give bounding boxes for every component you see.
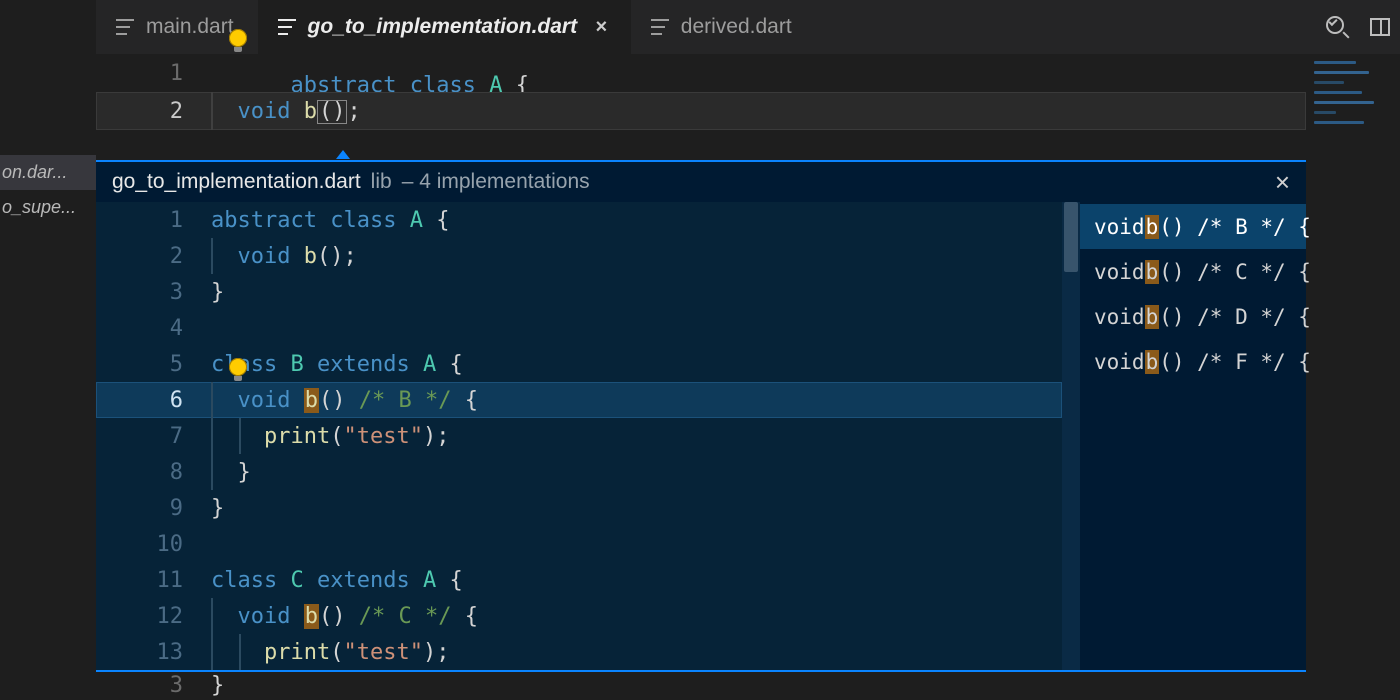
sidebar-fragment: on.dar... o_supe...	[0, 155, 96, 225]
close-icon[interactable]: ×	[595, 16, 607, 39]
peek-count: – 4 implementations	[402, 170, 590, 194]
line-number: 3	[96, 673, 211, 698]
open-editors-icon[interactable]	[1326, 16, 1348, 38]
split-editor-icon[interactable]	[1370, 18, 1390, 36]
file-icon	[651, 19, 669, 35]
peek-result-item[interactable]: void b() /* D */ {	[1080, 294, 1306, 339]
peek-highlighted-line[interactable]: 6 void b() /* B */ {	[96, 382, 1062, 418]
minimap[interactable]	[1306, 54, 1400, 700]
peek-result-item[interactable]: void b() /* C */ {	[1080, 249, 1306, 294]
lightbulb-icon[interactable]	[229, 358, 247, 376]
peek-pointer-icon	[336, 150, 350, 159]
scrollbar[interactable]	[1062, 202, 1080, 670]
tab-actions	[1326, 0, 1400, 54]
peek-header: go_to_implementation.dart lib – 4 implem…	[96, 162, 1306, 202]
peek-result-item[interactable]: void b() /* F */ {	[1080, 339, 1306, 384]
line-number: 1	[96, 61, 211, 86]
line-number: 2	[96, 99, 211, 124]
editor-lower[interactable]: 3}	[96, 672, 1306, 700]
lightbulb-icon[interactable]	[229, 29, 247, 47]
tab-derived-dart[interactable]: derived.dart	[631, 0, 816, 54]
peek-folder: lib	[371, 170, 392, 194]
peek-implementations-panel: go_to_implementation.dart lib – 4 implem…	[96, 160, 1306, 672]
peek-result-item[interactable]: void b() /* B */ {	[1080, 204, 1306, 249]
peek-filename: go_to_implementation.dart	[112, 170, 361, 194]
close-icon[interactable]: ×	[1275, 167, 1290, 198]
code-line[interactable]: 1 abstract class A {	[96, 54, 1306, 92]
peek-editor[interactable]: 1abstract class A { 2 void b(); 3} 4 5cl…	[96, 202, 1062, 670]
editor-upper[interactable]: 1 abstract class A { 2 void b();	[96, 54, 1306, 160]
sidebar-item[interactable]: o_supe...	[0, 190, 96, 225]
sidebar-item[interactable]: on.dar...	[0, 155, 96, 190]
file-icon	[116, 19, 134, 35]
peek-result-list: void b() /* B */ { void b() /* C */ { vo…	[1080, 202, 1306, 670]
code-line[interactable]: 2 void b();	[96, 92, 1306, 130]
